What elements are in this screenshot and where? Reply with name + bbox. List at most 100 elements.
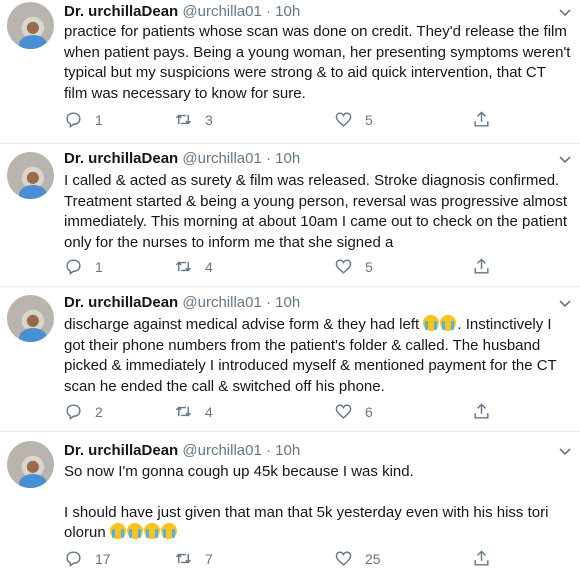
tweet-text: So now I'm gonna cough up 45k because I … <box>64 462 574 544</box>
text-line: discharge against medical advise form & … <box>64 315 552 333</box>
loudly-crying-face-icon <box>109 523 126 539</box>
share-button[interactable] <box>472 549 503 568</box>
avatar[interactable] <box>7 152 54 199</box>
tweet-text: I called & acted as surety & film was re… <box>64 171 574 253</box>
avatar[interactable] <box>7 2 54 49</box>
share-button[interactable] <box>472 110 503 129</box>
author-name[interactable]: Dr. urchillaDean <box>64 3 178 20</box>
text-line: typical but my suspicions were strong & … <box>64 64 546 81</box>
retweet-icon <box>175 406 192 417</box>
reply-button[interactable]: 17 <box>64 549 111 568</box>
share-icon <box>474 258 489 274</box>
chevron-down-icon[interactable] <box>558 297 572 311</box>
tweet-time[interactable]: 10h <box>275 294 300 311</box>
like-icon <box>335 404 352 419</box>
author-handle[interactable]: @urchilla01 <box>182 3 261 20</box>
retweet-count: 3 <box>205 111 213 128</box>
like-icon <box>335 259 352 274</box>
reply-icon <box>66 404 81 421</box>
tweet[interactable]: Dr. urchillaDean @urchilla01 · 10h pract… <box>0 0 580 144</box>
tweet-header: Dr. urchillaDean @urchilla01 · 10h <box>64 294 301 311</box>
text-line: picked & immediately I introduced myself… <box>64 357 557 374</box>
reply-count: 17 <box>95 550 111 567</box>
tweet-thread: Dr. urchillaDean @urchilla01 · 10h pract… <box>0 0 580 574</box>
avatar[interactable] <box>7 441 54 488</box>
text-segment: Instinctively I <box>465 316 552 333</box>
reply-icon <box>66 551 81 568</box>
tweet-text: practice for patients whose scan was don… <box>64 22 574 104</box>
loudly-crying-face-icon <box>143 523 160 539</box>
text-line: So now I'm gonna cough up 45k because I … <box>64 463 414 480</box>
chevron-down-icon[interactable] <box>558 6 572 20</box>
retweet-button[interactable]: 4 <box>174 257 213 276</box>
tweet-time[interactable]: 10h <box>275 150 300 167</box>
author-name[interactable]: Dr. urchillaDean <box>64 150 178 167</box>
tweet-header: Dr. urchillaDean @urchilla01 · 10h <box>64 150 301 167</box>
author-handle[interactable]: @urchilla01 <box>182 294 261 311</box>
text-line: only for the nurses to inform me that sh… <box>64 233 394 251</box>
text-line: film was necessary to know for sure. <box>64 84 306 102</box>
tweet-header: Dr. urchillaDean @urchilla01 · 10h <box>64 442 301 459</box>
reply-icon <box>66 112 81 129</box>
text-line: practice for patients whose scan was don… <box>64 23 567 40</box>
like-count: 25 <box>365 550 381 567</box>
reply-button[interactable]: 2 <box>64 402 103 421</box>
share-icon <box>474 111 489 127</box>
text-line: got their phone numbers from the patient… <box>64 336 541 354</box>
tweet[interactable]: Dr. urchillaDean @urchilla01 · 10h disch… <box>0 287 580 432</box>
tweet-actions: 1 3 5 <box>64 110 494 130</box>
text-line: scan he ended the call & switched off hi… <box>64 377 385 395</box>
tweet[interactable]: Dr. urchillaDean @urchilla01 · 10h I cal… <box>0 144 580 287</box>
like-count: 6 <box>365 403 373 420</box>
reply-count: 1 <box>95 258 103 275</box>
tweet-actions: 1 4 5 <box>64 257 494 277</box>
like-button[interactable]: 5 <box>334 257 373 276</box>
reply-button[interactable]: 1 <box>64 110 103 129</box>
author-handle[interactable]: @urchilla01 <box>182 150 261 167</box>
tweet-actions: 2 4 6 <box>64 402 494 422</box>
reply-button[interactable]: 1 <box>64 257 103 276</box>
like-icon <box>335 112 352 127</box>
like-count: 5 <box>365 111 373 128</box>
text-line: immediately. This morning at about 10am … <box>64 213 568 230</box>
author-name[interactable]: Dr. urchillaDean <box>64 442 178 459</box>
author-handle[interactable]: @urchilla01 <box>182 442 261 459</box>
author-name[interactable]: Dr. urchillaDean <box>64 294 178 311</box>
text-line: when patient pays. Being a young woman, … <box>64 43 571 61</box>
like-button[interactable]: 6 <box>334 402 373 421</box>
text-segment: discharge against medical advise form & … <box>64 316 420 333</box>
retweet-icon <box>175 261 192 272</box>
tweet-text: discharge against medical advise form & … <box>64 315 574 397</box>
tweet-time[interactable]: 10h <box>275 442 300 459</box>
text-line: I called & acted as surety & film was re… <box>64 172 560 189</box>
retweet-button[interactable]: 7 <box>174 549 213 568</box>
reply-icon <box>66 259 81 276</box>
loudly-crying-face-icon <box>160 523 177 539</box>
like-count: 5 <box>365 258 373 275</box>
text-line: Treatment started & being a young person… <box>64 192 568 210</box>
retweet-icon <box>175 114 192 125</box>
loudly-crying-face-icon <box>423 315 440 331</box>
share-icon <box>474 403 489 419</box>
tweet-time[interactable]: 10h <box>275 3 300 20</box>
retweet-button[interactable]: 3 <box>174 110 213 129</box>
reply-count: 2 <box>95 403 103 420</box>
share-button[interactable] <box>472 402 503 421</box>
chevron-down-icon[interactable] <box>558 445 572 459</box>
retweet-count: 7 <box>205 550 213 567</box>
reply-count: 1 <box>95 111 103 128</box>
avatar[interactable] <box>7 295 54 342</box>
chevron-down-icon[interactable] <box>558 153 572 167</box>
retweet-icon <box>175 553 192 564</box>
retweet-count: 4 <box>205 258 213 275</box>
retweet-button[interactable]: 4 <box>174 402 213 421</box>
like-button[interactable]: 5 <box>334 110 373 129</box>
text-line: I should have just given that man that 5… <box>64 503 549 521</box>
share-button[interactable] <box>472 257 503 276</box>
tweet[interactable]: Dr. urchillaDean @urchilla01 · 10h So no… <box>0 432 580 574</box>
tweet-actions: 17 7 25 <box>64 549 494 569</box>
like-button[interactable]: 25 <box>334 549 381 568</box>
retweet-count: 4 <box>205 403 213 420</box>
like-icon <box>335 551 352 566</box>
share-icon <box>474 550 489 566</box>
